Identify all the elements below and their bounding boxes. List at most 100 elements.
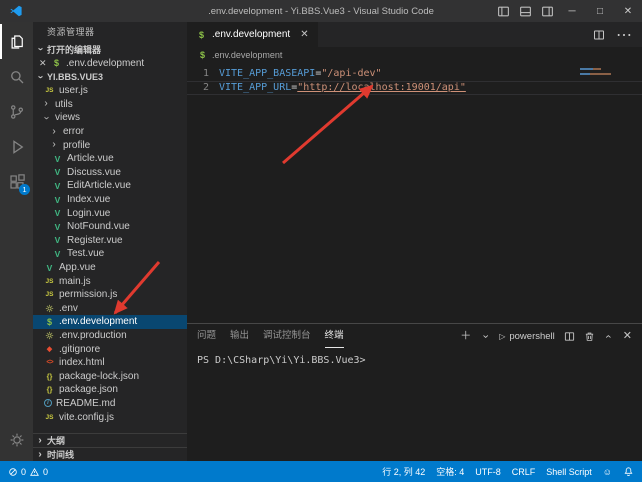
tree-file-package-lock.json[interactable]: {}package-lock.json <box>33 369 187 383</box>
minimize-button[interactable]: ─ <box>558 0 586 22</box>
split-editor-icon[interactable] <box>593 29 605 41</box>
vue-icon: V <box>52 222 63 232</box>
toggle-secondary-sidebar-icon[interactable] <box>536 0 558 22</box>
encoding[interactable]: UTF-8 <box>475 467 501 477</box>
indentation[interactable]: 空格: 4 <box>436 465 464 478</box>
tree-file-permission.js[interactable]: JSpermission.js <box>33 288 187 302</box>
gear-icon <box>44 304 55 313</box>
close-tab-icon[interactable]: ✕ <box>300 29 308 40</box>
tree-folder-utils[interactable]: ›utils <box>33 98 187 112</box>
explorer-icon[interactable] <box>0 24 33 59</box>
line-number: 2 <box>187 81 209 95</box>
editor-tab[interactable]: $ .env.development ✕ <box>187 22 318 47</box>
tree-item-label: Index.vue <box>67 194 110 205</box>
tree-file-user.js[interactable]: JSuser.js <box>33 84 187 98</box>
new-terminal-icon[interactable]: ＋ <box>460 331 471 342</box>
panel-tab-output[interactable]: 输出 <box>230 324 249 348</box>
kill-terminal-icon[interactable] <box>584 331 595 342</box>
editor-group: $ .env.development ✕ ⋯ $ .env.developmen… <box>187 22 642 461</box>
terminal-profile-select[interactable]: ▷ powershell <box>499 331 555 342</box>
terminal[interactable]: PS D:\CSharp\Yi\Yi.BBS.Vue3> <box>187 348 642 461</box>
tree-item-label: README.md <box>56 398 115 409</box>
tree-file-Discuss.vue[interactable]: VDiscuss.vue <box>33 166 187 180</box>
settings-gear-icon[interactable] <box>0 422 33 457</box>
close-panel-icon[interactable]: ✕ <box>623 331 632 342</box>
tree-file-main.js[interactable]: JSmain.js <box>33 274 187 288</box>
tree-file-Index.vue[interactable]: VIndex.vue <box>33 193 187 207</box>
status-right: 行 2, 列 42 空格: 4 UTF-8 CRLF Shell Script … <box>382 465 634 478</box>
tree-folder-profile[interactable]: ›profile <box>33 138 187 152</box>
tree-file-.gitignore[interactable]: ◆.gitignore <box>33 342 187 356</box>
tree-file-.env.production[interactable]: .env.production <box>33 329 187 343</box>
tree-file-Register.vue[interactable]: V Register.vue <box>33 234 187 248</box>
main-area: 1 资源管理器 › 打开的编辑器 ✕ $ .env.development › … <box>0 22 642 461</box>
close-button[interactable]: ✕ <box>614 0 642 22</box>
tree-item-label: index.html <box>59 357 105 368</box>
tree-item-label: Article.vue <box>67 153 114 164</box>
search-icon[interactable] <box>0 59 33 94</box>
tree-file-App.vue[interactable]: VApp.vue <box>33 261 187 275</box>
source-control-icon[interactable] <box>0 94 33 129</box>
minimap[interactable] <box>578 65 628 105</box>
tree-item-label: .env <box>59 303 78 314</box>
tree-file-.env.development[interactable]: $.env.development <box>33 315 187 329</box>
tree-file-README.md[interactable]: iREADME.md <box>33 397 187 411</box>
sidebar-title: 资源管理器 <box>33 22 187 42</box>
tree-file-Article.vue[interactable]: VArticle.vue <box>33 152 187 166</box>
tree-folder-error[interactable]: ›error <box>33 125 187 139</box>
tree-file-Login.vue[interactable]: VLogin.vue <box>33 206 187 220</box>
eol-sequence[interactable]: CRLF <box>512 467 536 477</box>
tree-file-.env[interactable]: .env <box>33 302 187 316</box>
feedback-icon[interactable]: ☺ <box>603 467 612 477</box>
maximize-button[interactable]: □ <box>586 0 614 22</box>
line-number: 1 <box>187 67 209 81</box>
tree-file-vite.config.js[interactable]: JSvite.config.js <box>33 410 187 424</box>
notifications-bell-icon[interactable] <box>623 466 634 477</box>
panel-header: 问题 输出 调试控制台 终端 ＋ › ▷ powershell <box>187 324 642 348</box>
toggle-panel-icon[interactable] <box>514 0 536 22</box>
tree-file-index.html[interactable]: <>index.html <box>33 356 187 370</box>
breadcrumb[interactable]: $ .env.development <box>187 47 642 63</box>
close-editor-icon[interactable]: ✕ <box>39 58 47 69</box>
warning-icon <box>29 467 40 477</box>
cursor-position[interactable]: 行 2, 列 42 <box>382 465 425 478</box>
tree-file-NotFound.vue[interactable]: VNotFound.vue <box>33 220 187 234</box>
panel-tab-problems[interactable]: 问题 <box>197 324 216 348</box>
problems-status[interactable]: 0 0 <box>8 467 48 477</box>
tree-file-EditArticle.vue[interactable]: VEditArticle.vue <box>33 179 187 193</box>
chevron-right-icon: › <box>49 140 59 150</box>
vue-icon: V <box>52 235 63 245</box>
project-root-header[interactable]: › YI.BBS.VUE3 <box>33 70 187 84</box>
maximize-panel-icon[interactable]: › <box>603 331 614 341</box>
tree-file-package.json[interactable]: {}package.json <box>33 383 187 397</box>
outline-section-header[interactable]: › 大纲 <box>33 433 187 447</box>
editor-tab-label: .env.development <box>212 29 290 40</box>
tree-folder-views[interactable]: ›views <box>33 111 187 125</box>
vue-icon: V <box>52 167 63 177</box>
status-bar: 0 0 行 2, 列 42 空格: 4 UTF-8 CRLF Shell Scr… <box>0 461 642 482</box>
error-icon <box>8 467 18 477</box>
extensions-icon[interactable]: 1 <box>0 164 33 199</box>
panel-tab-terminal[interactable]: 终端 <box>325 324 344 348</box>
url-link[interactable]: "http://localhost:19001/api" <box>297 81 466 95</box>
toggle-sidebar-icon[interactable] <box>492 0 514 22</box>
timeline-section-header[interactable]: › 时间线 <box>33 447 187 461</box>
js-icon: JS <box>44 414 55 421</box>
vue-icon: V <box>52 249 63 259</box>
tree-item-label: package-lock.json <box>59 371 139 382</box>
powershell-icon: ▷ <box>499 332 505 341</box>
vue-icon: V <box>44 263 55 273</box>
language-mode[interactable]: Shell Script <box>546 467 592 477</box>
tree-item-label: Register.vue <box>67 235 123 246</box>
tree-file-Test.vue[interactable]: VTest.vue <box>33 247 187 261</box>
panel-tab-debug-console[interactable]: 调试控制台 <box>263 324 311 348</box>
open-editors-header[interactable]: › 打开的编辑器 <box>33 42 187 56</box>
split-terminal-icon[interactable] <box>564 331 575 342</box>
chevron-down-icon[interactable]: › <box>480 331 491 341</box>
explorer-sidebar: 资源管理器 › 打开的编辑器 ✕ $ .env.development › YI… <box>33 22 187 461</box>
run-debug-icon[interactable] <box>0 129 33 164</box>
json-icon: {} <box>44 385 55 394</box>
more-actions-icon[interactable]: ⋯ <box>616 25 632 45</box>
code-editor[interactable]: 1VITE_APP_BASEAPI="/api-dev" 2VITE_APP_U… <box>187 63 642 323</box>
open-editor-item[interactable]: ✕ $ .env.development <box>33 56 187 70</box>
